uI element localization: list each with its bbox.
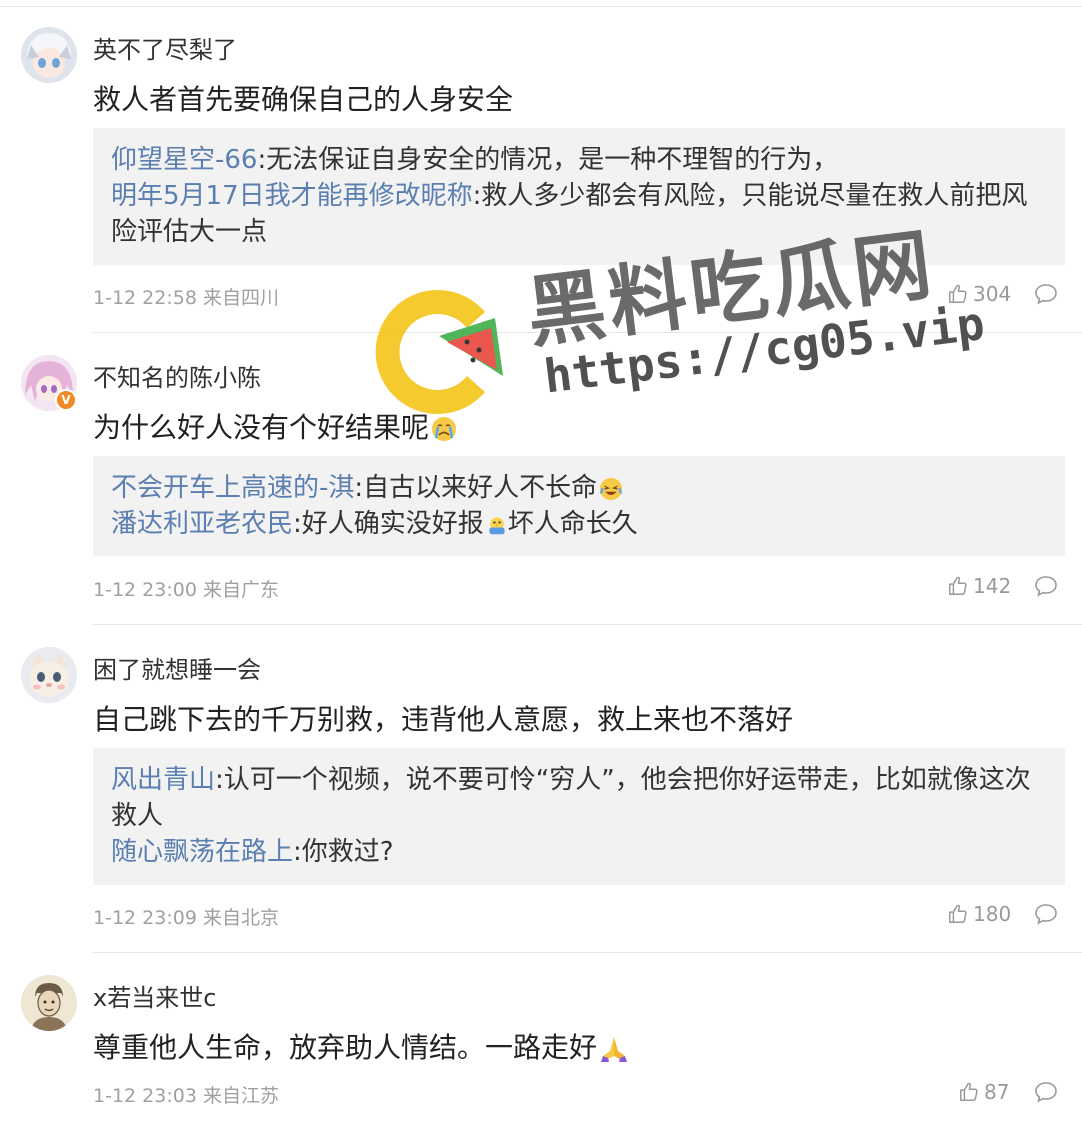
reply-username[interactable]: 明年5月17日我才能再修改昵称 bbox=[111, 181, 473, 211]
thumbs-up-icon bbox=[949, 576, 967, 595]
laughing-crying-emoji-icon bbox=[599, 477, 623, 500]
reply-line: 风出青山:认可一个视频，说不要可怜“穷人”，他会把你好运带走，比如就像这次救人 bbox=[111, 762, 1047, 834]
crying-emoji-icon bbox=[432, 417, 457, 441]
comment-bubble-icon[interactable] bbox=[1034, 575, 1058, 597]
reply-text: :无法保证自身安全的情况，是一种不理智的行为， bbox=[257, 145, 839, 175]
comment-bubble-icon[interactable] bbox=[1034, 903, 1058, 925]
reply-text: :好人确实没好报 bbox=[293, 509, 484, 539]
watermark-url: https://cg05.vip bbox=[541, 295, 988, 404]
thumbs-up-icon bbox=[949, 284, 967, 303]
reply-box[interactable]: 不会开车上高速的-淇:自古以来好人不长命 潘达利亚老农民:好人确实没好报 坏人命长… bbox=[93, 456, 1065, 556]
reply-username[interactable]: 潘达利亚老农民 bbox=[111, 509, 293, 539]
avatar[interactable] bbox=[21, 647, 77, 703]
reply-username[interactable]: 风出青山 bbox=[111, 765, 215, 795]
like-button[interactable]: 180 bbox=[947, 902, 1011, 926]
like-button[interactable]: 87 bbox=[958, 1080, 1009, 1104]
reply-line: 随心飘荡在路上:你救过? bbox=[111, 834, 1047, 870]
comment-text-content: 为什么好人没有个好结果呢 bbox=[93, 411, 430, 444]
comment-text: 自己跳下去的千万别救，违背他人意愿，救上来也不落好 bbox=[93, 703, 794, 736]
thumbs-up-icon bbox=[960, 1082, 978, 1101]
like-count: 304 bbox=[973, 282, 1012, 306]
comment-text: 救人者首先要确保自己的人身安全 bbox=[93, 83, 514, 116]
comment-bubble-icon[interactable] bbox=[1034, 1081, 1058, 1103]
reply-line: 潘达利亚老农民:好人确实没好报 坏人命长久 bbox=[111, 506, 1047, 542]
comment-bubble-icon[interactable] bbox=[1034, 283, 1058, 305]
comment-divider bbox=[93, 332, 1082, 333]
thumbs-up-icon bbox=[949, 904, 967, 923]
avatar-image-cat bbox=[21, 647, 77, 703]
username[interactable]: 英不了尽梨了 bbox=[93, 30, 237, 65]
reply-username[interactable]: 随心飘荡在路上 bbox=[111, 837, 293, 867]
bird-emoji-icon bbox=[489, 516, 505, 534]
reply-username[interactable]: 不会开车上高速的-淇 bbox=[111, 473, 354, 503]
like-count: 87 bbox=[984, 1080, 1010, 1104]
like-count: 142 bbox=[973, 574, 1012, 598]
avatar-image-anime-white-hair bbox=[21, 27, 77, 83]
username[interactable]: 不知名的陈小陈 bbox=[93, 358, 261, 393]
comment-meta: 1-12 23:09 来自北京 bbox=[93, 907, 279, 929]
reply-text: :认可一个视频，说不要可怜“穷人”，他会把你好运带走，比如就像这次救人 bbox=[111, 765, 1031, 831]
comment-divider bbox=[93, 952, 1082, 953]
reply-line: 仰望星空-66:无法保证自身安全的情况，是一种不理智的行为， bbox=[111, 142, 1047, 178]
reply-box[interactable]: 仰望星空-66:无法保证自身安全的情况，是一种不理智的行为， 明年5月17日我才… bbox=[93, 128, 1065, 265]
comment-meta: 1-12 22:58 来自四川 bbox=[93, 287, 279, 309]
avatar[interactable] bbox=[21, 27, 77, 83]
comment-text-content: 尊重他人生命，放弃助人情结。一路走好 bbox=[93, 1031, 598, 1064]
comment-meta: 1-12 23:03 来自江苏 bbox=[93, 1085, 279, 1107]
like-button[interactable]: 304 bbox=[947, 282, 1011, 306]
reply-box[interactable]: 风出青山:认可一个视频，说不要可怜“穷人”，他会把你好运带走，比如就像这次救人 … bbox=[93, 748, 1065, 885]
avatar-image-sketch-portrait bbox=[21, 975, 77, 1031]
like-button[interactable]: 142 bbox=[947, 574, 1011, 598]
username[interactable]: x若当来世c bbox=[93, 978, 216, 1013]
reply-text: :你救过? bbox=[293, 837, 394, 867]
like-count: 180 bbox=[973, 902, 1012, 926]
comment-text: 尊重他人生命，放弃助人情结。一路走好 bbox=[93, 1026, 629, 1066]
comment-text: 为什么好人没有个好结果呢 bbox=[93, 406, 457, 446]
reply-text: :自古以来好人不长命 bbox=[354, 473, 598, 503]
reply-line: 明年5月17日我才能再修改昵称:救人多少都会有风险，只能说尽量在救人前把风险评估… bbox=[111, 178, 1047, 250]
reply-text: 坏人命长久 bbox=[507, 509, 638, 539]
comment-meta: 1-12 23:00 来自广东 bbox=[93, 579, 279, 601]
praying-hands-emoji-icon bbox=[601, 1037, 628, 1062]
username[interactable]: 困了就想睡一会 bbox=[93, 650, 261, 685]
reply-line: 不会开车上高速的-淇:自古以来好人不长命 bbox=[111, 470, 1047, 506]
verified-badge-icon: V bbox=[55, 389, 77, 411]
comment-divider bbox=[93, 624, 1082, 625]
top-divider bbox=[0, 6, 1082, 7]
avatar[interactable] bbox=[21, 975, 77, 1031]
reply-username[interactable]: 仰望星空-66 bbox=[111, 145, 257, 175]
